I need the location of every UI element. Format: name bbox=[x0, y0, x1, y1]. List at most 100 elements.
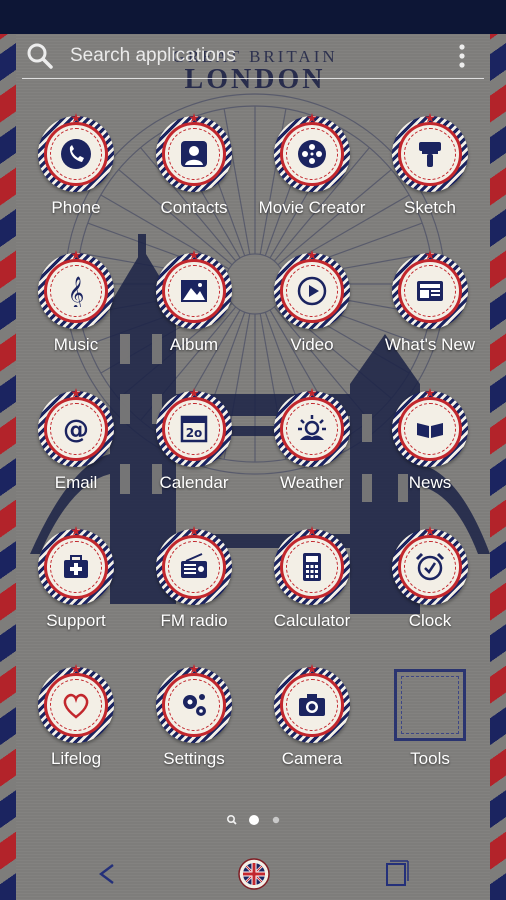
app-badge-inner bbox=[44, 673, 108, 737]
app-support[interactable]: Support bbox=[17, 526, 135, 647]
page-indicator bbox=[226, 814, 280, 825]
app-label: Sketch bbox=[404, 198, 456, 217]
app-badge[interactable] bbox=[274, 526, 350, 605]
at-sign-icon: @ bbox=[63, 415, 89, 445]
svg-text:@: @ bbox=[63, 415, 89, 445]
news-card-icon bbox=[417, 281, 443, 301]
app-what-s-new[interactable]: What's New bbox=[371, 250, 489, 371]
app-settings[interactable]: Settings bbox=[135, 664, 253, 785]
star-icon bbox=[71, 664, 81, 674]
app-badge[interactable]: 𝄞 bbox=[38, 250, 114, 329]
page-dot-active[interactable] bbox=[249, 815, 259, 825]
app-badge[interactable] bbox=[392, 250, 468, 329]
page-dot[interactable] bbox=[272, 816, 280, 824]
app-clock[interactable]: Clock bbox=[371, 526, 489, 647]
app-badge-inner bbox=[398, 535, 462, 599]
heart-icon bbox=[63, 693, 89, 719]
star-icon bbox=[425, 526, 435, 536]
app-badge[interactable]: 2o bbox=[156, 388, 232, 467]
svg-text:2o: 2o bbox=[186, 426, 203, 440]
app-grid: Phone Contacts Movie Creator Sketch 𝄞 Music Al… bbox=[0, 0, 506, 900]
svg-text:𝄞: 𝄞 bbox=[68, 276, 85, 307]
app-tools[interactable]: Tools bbox=[371, 667, 489, 785]
app-calendar[interactable]: 2o Calendar bbox=[135, 388, 253, 509]
alarm-clock-icon bbox=[415, 552, 445, 581]
app-label: Clock bbox=[408, 611, 452, 630]
star-icon bbox=[71, 250, 81, 260]
app-badge-inner bbox=[44, 122, 108, 186]
app-weather[interactable]: Weather bbox=[253, 388, 371, 509]
calculator-icon bbox=[303, 553, 321, 581]
app-badge[interactable] bbox=[274, 250, 350, 329]
camera-icon bbox=[299, 694, 325, 716]
back-icon[interactable] bbox=[88, 856, 128, 892]
app-fm-radio[interactable]: FM radio bbox=[135, 526, 253, 647]
sun-cloud-icon bbox=[298, 415, 326, 440]
app-badge[interactable] bbox=[274, 113, 350, 192]
contact-icon bbox=[181, 141, 207, 167]
app-video[interactable]: Video bbox=[253, 250, 371, 371]
star-icon bbox=[307, 526, 317, 536]
app-badge-inner: @ bbox=[44, 397, 108, 461]
app-badge[interactable]: @ bbox=[38, 388, 114, 467]
gears-icon bbox=[183, 694, 206, 716]
app-news[interactable]: News bbox=[371, 388, 489, 509]
app-badge[interactable] bbox=[156, 664, 232, 743]
app-badge-inner bbox=[162, 122, 226, 186]
app-calculator[interactable]: Calculator bbox=[253, 526, 371, 647]
first-aid-icon bbox=[64, 555, 88, 578]
app-badge[interactable] bbox=[156, 113, 232, 192]
brush-icon bbox=[419, 142, 441, 167]
app-sketch[interactable]: Sketch bbox=[371, 113, 489, 234]
star-icon bbox=[71, 526, 81, 536]
app-movie-creator[interactable]: Movie Creator bbox=[253, 113, 371, 234]
app-badge-inner bbox=[398, 397, 462, 461]
mountain-photo-icon bbox=[181, 280, 207, 302]
folder-frame-icon[interactable] bbox=[394, 669, 466, 741]
app-badge-inner bbox=[280, 535, 344, 599]
app-album[interactable]: Album bbox=[135, 250, 253, 371]
app-camera[interactable]: Camera bbox=[253, 664, 371, 785]
app-badge-inner bbox=[162, 673, 226, 737]
app-badge[interactable] bbox=[274, 664, 350, 743]
app-badge[interactable] bbox=[274, 388, 350, 467]
navigation-bar bbox=[0, 848, 506, 900]
star-icon bbox=[189, 250, 199, 260]
app-badge[interactable] bbox=[392, 113, 468, 192]
app-badge[interactable] bbox=[38, 113, 114, 192]
app-badge[interactable] bbox=[392, 388, 468, 467]
app-badge[interactable] bbox=[156, 250, 232, 329]
star-icon bbox=[425, 388, 435, 398]
star-icon bbox=[307, 113, 317, 123]
app-badge[interactable] bbox=[38, 664, 114, 743]
star-icon bbox=[71, 388, 81, 398]
app-label: Tools bbox=[410, 749, 450, 768]
search-page-icon[interactable] bbox=[226, 814, 237, 825]
app-badge-inner bbox=[44, 535, 108, 599]
phone-icon bbox=[61, 139, 91, 169]
app-badge-inner bbox=[280, 397, 344, 461]
app-label: News bbox=[408, 473, 452, 492]
play-icon bbox=[297, 276, 327, 306]
app-music[interactable]: 𝄞 Music bbox=[17, 250, 135, 371]
star-icon bbox=[425, 113, 435, 123]
app-email[interactable]: @ Email bbox=[17, 388, 135, 509]
app-contacts[interactable]: Contacts bbox=[135, 113, 253, 234]
app-badge[interactable] bbox=[38, 526, 114, 605]
app-badge[interactable] bbox=[392, 526, 468, 605]
calendar-icon: 2o bbox=[180, 415, 208, 443]
app-badge-inner bbox=[162, 535, 226, 599]
star-icon bbox=[425, 250, 435, 260]
star-icon bbox=[307, 250, 317, 260]
app-lifelog[interactable]: Lifelog bbox=[17, 664, 135, 785]
app-phone[interactable]: Phone bbox=[17, 113, 135, 234]
app-badge-inner bbox=[398, 122, 462, 186]
star-icon bbox=[71, 113, 81, 123]
app-badge-inner bbox=[280, 673, 344, 737]
star-icon bbox=[189, 113, 199, 123]
recents-icon[interactable] bbox=[376, 856, 416, 892]
film-reel-icon bbox=[298, 140, 326, 168]
app-badge[interactable] bbox=[156, 526, 232, 605]
union-jack-home-icon[interactable] bbox=[234, 856, 274, 892]
app-badge-inner: 2o bbox=[162, 397, 226, 461]
